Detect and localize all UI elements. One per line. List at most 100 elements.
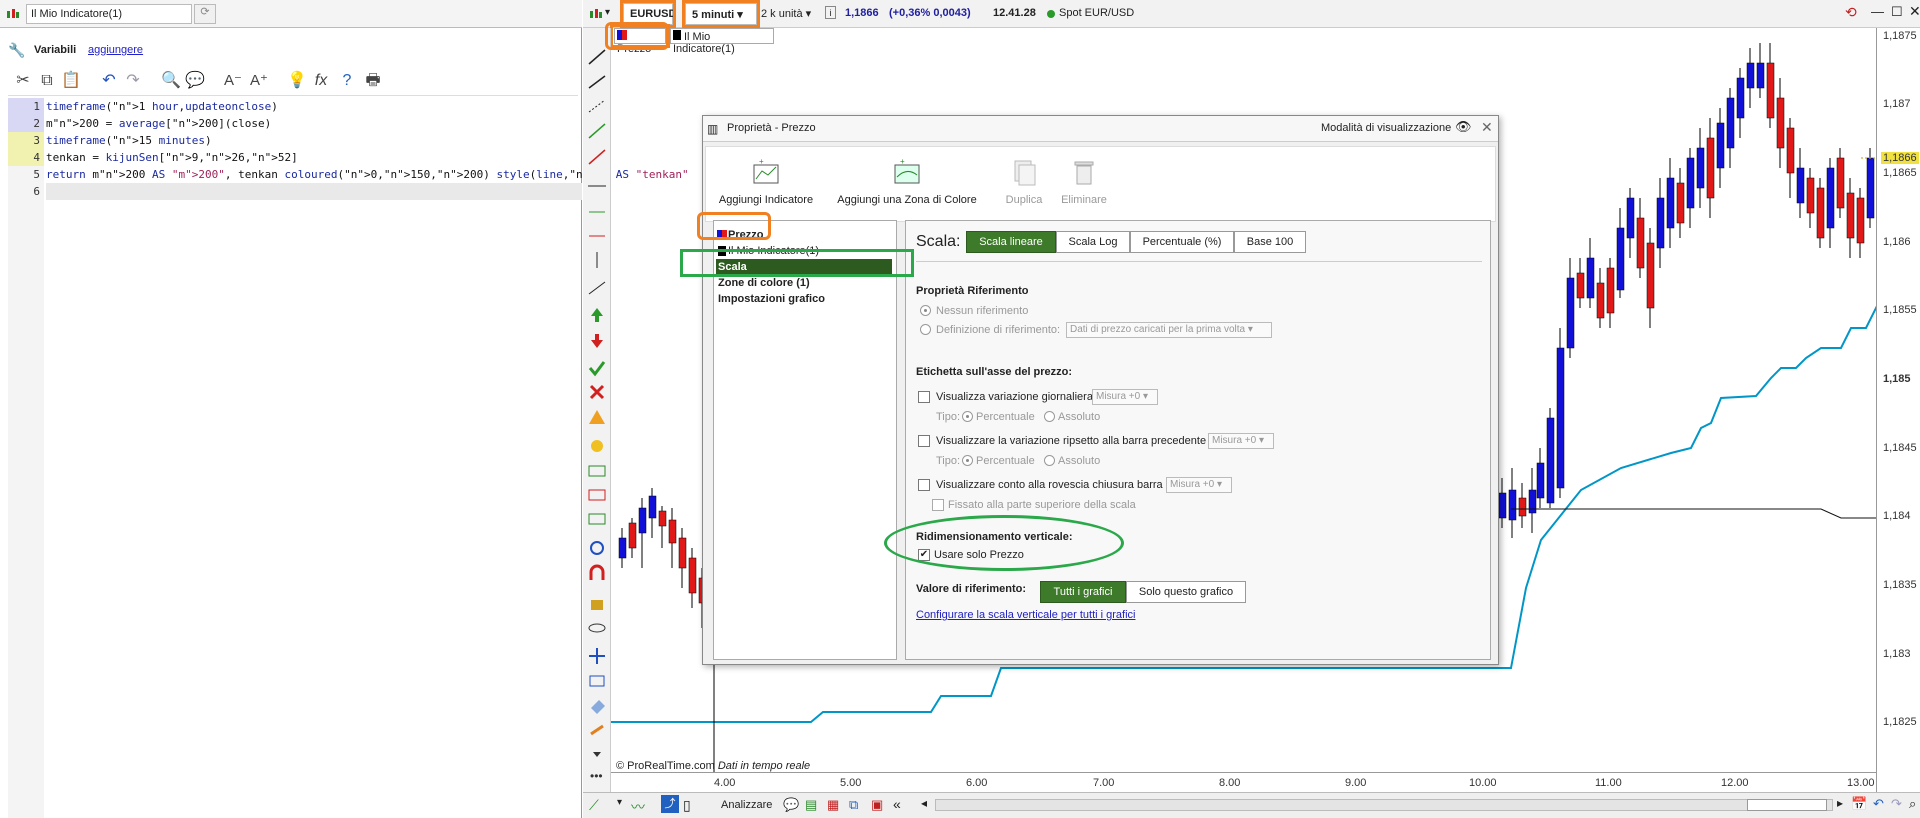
horizontal-scrollbar[interactable]: [935, 799, 1833, 811]
prev-bar-checkbox[interactable]: [918, 435, 930, 447]
add-variable-link[interactable]: aggiungere: [88, 44, 143, 56]
scale-percent-button[interactable]: Percentuale (%): [1130, 231, 1234, 253]
scroll-left-icon[interactable]: ◂: [921, 796, 927, 810]
refresh-icon[interactable]: ⟲: [1845, 4, 1857, 21]
tree-item-color-zones[interactable]: Zone di colore (1): [716, 275, 810, 291]
time-axis[interactable]: 4.00 5.00 6.00 7.00 8.00 9.00 10.00 11.0…: [611, 772, 1876, 792]
candle-body: [1536, 462, 1545, 499]
indicator-name-input[interactable]: Il Mio Indicatore(1): [26, 4, 192, 24]
rename-icon[interactable]: ⟳: [194, 4, 216, 24]
candle-body: [1706, 137, 1715, 199]
wave-icon[interactable]: 〰: [631, 797, 645, 817]
label-title: Etichetta sull'asse del prezzo:: [916, 366, 1073, 378]
code-line-current[interactable]: [46, 183, 582, 200]
font-increase-icon[interactable]: A⁺: [248, 70, 270, 92]
calendar-icon[interactable]: 📅: [1851, 796, 1867, 812]
type-percent-radio-2[interactable]: [962, 455, 973, 466]
ref-def-radio[interactable]: [920, 324, 931, 335]
wrench-icon: 🔧: [8, 42, 26, 58]
duplicate-button[interactable]: Duplica: [996, 147, 1052, 223]
indicator-menu-icon[interactable]: ⟋: [589, 797, 599, 814]
daily-var-checkbox[interactable]: [918, 391, 930, 403]
menu-arrow-icon[interactable]: ▾: [605, 7, 610, 18]
minimize-icon[interactable]: —: [1871, 4, 1884, 19]
undo-icon[interactable]: ↶: [98, 70, 120, 92]
undo-zoom-icon[interactable]: ↶: [1873, 796, 1884, 812]
ref-dropdown[interactable]: Dati di prezzo caricati per la prima vol…: [1066, 322, 1272, 338]
type-absolute-label-2: Assoluto: [1058, 455, 1101, 467]
type-label-2: Tipo:: [936, 455, 961, 467]
time-label: 4.00: [714, 777, 736, 789]
fixed-top-checkbox[interactable]: [932, 499, 944, 511]
measure-dropdown-2[interactable]: Misura +0 ▾: [1208, 433, 1274, 449]
candle-body: [1556, 347, 1565, 489]
scrollbar-thumb[interactable]: [1747, 799, 1827, 811]
redo-zoom-icon[interactable]: ↷: [1891, 796, 1902, 812]
scale-linear-button[interactable]: Scala lineare: [966, 231, 1056, 253]
orders-icon[interactable]: ▦: [827, 797, 839, 813]
candle-body: [1816, 187, 1825, 239]
code-line[interactable]: m"n">200 = average["n">200](close): [46, 115, 271, 132]
table-icon[interactable]: ▤: [805, 797, 817, 813]
current-price-label: 1,1866: [1881, 152, 1919, 164]
dialog-close-icon[interactable]: ✕: [1481, 119, 1493, 136]
scale-base100-button[interactable]: Base 100: [1234, 231, 1306, 253]
info-icon[interactable]: i: [825, 6, 836, 19]
analyze-button[interactable]: Analizzare: [721, 799, 772, 811]
print-icon[interactable]: 🖶: [362, 70, 384, 92]
candle-body: [1576, 272, 1585, 299]
lightbulb-icon[interactable]: 💡: [286, 70, 308, 92]
display-mode-eye-icon[interactable]: 👁: [1455, 119, 1472, 135]
redo-icon[interactable]: ↷: [122, 70, 144, 92]
comment-icon[interactable]: 💬: [184, 70, 206, 92]
paste-icon[interactable]: 📋: [60, 70, 82, 92]
close-icon[interactable]: ✕: [1909, 3, 1920, 20]
measure-dropdown[interactable]: Misura +0 ▾: [1092, 389, 1158, 405]
portfolio-icon[interactable]: ▣: [871, 797, 883, 813]
candle-body: [1676, 182, 1685, 224]
candle-body: [1786, 127, 1795, 174]
screener-icon[interactable]: ⧉: [849, 797, 858, 813]
duplicate-label: Duplica: [1005, 194, 1043, 206]
collapse-icon[interactable]: «: [893, 796, 901, 812]
code-line[interactable]: timeframe("n">1 hour,updateonclose): [46, 98, 278, 115]
help-icon[interactable]: ?: [336, 70, 358, 92]
cut-icon[interactable]: ✂: [12, 70, 34, 92]
divider: [916, 261, 1482, 262]
code-line[interactable]: tenkan = kijunSen["n">9,"n">26,"n">52]: [46, 149, 298, 166]
this-chart-button[interactable]: Solo questo grafico: [1126, 581, 1246, 603]
type-percent-radio[interactable]: [962, 411, 973, 422]
font-decrease-icon[interactable]: A⁻: [222, 70, 244, 92]
delete-button[interactable]: Eliminare: [1056, 147, 1112, 223]
add-color-zone-button[interactable]: + Aggiungi una Zona di Colore: [832, 147, 982, 223]
candle-body: [1566, 277, 1575, 349]
code-line[interactable]: timeframe("n">15 minutes): [46, 132, 212, 149]
copy-icon[interactable]: ⧉: [36, 70, 58, 92]
zoom-box-icon[interactable]: ⌕: [1909, 796, 1916, 812]
tree-item-chart-settings[interactable]: Impostazioni grafico: [716, 291, 825, 307]
share-icon[interactable]: ⤴: [661, 795, 679, 813]
all-charts-button[interactable]: Tutti i grafici: [1040, 581, 1126, 603]
menu-arrow-icon[interactable]: ▾: [617, 797, 622, 808]
maximize-icon[interactable]: ☐: [1891, 4, 1903, 20]
ref-none-radio[interactable]: [920, 305, 931, 316]
search-icon[interactable]: 🔍: [160, 70, 182, 92]
scale-log-button[interactable]: Scala Log: [1056, 231, 1130, 253]
candlestick-icon[interactable]: [589, 7, 603, 21]
type-absolute-radio[interactable]: [1044, 411, 1055, 422]
function-icon[interactable]: fx: [310, 70, 332, 92]
candle-body: [1656, 197, 1665, 249]
delete-label: Eliminare: [1061, 194, 1107, 206]
units-selector[interactable]: 2 k unità ▾: [761, 7, 811, 20]
timeframe-selector[interactable]: 5 minuti ▾: [682, 0, 760, 28]
type-absolute-radio-2[interactable]: [1044, 455, 1055, 466]
price-axis[interactable]: 1,1875 1,187 1,1866 1,1865 1,186 1,1855 …: [1876, 28, 1920, 792]
panel-icon[interactable]: ▯: [683, 797, 691, 814]
scroll-right-icon[interactable]: ▸: [1837, 796, 1843, 810]
measure-dropdown-3[interactable]: Misura +0 ▾: [1166, 477, 1232, 493]
configure-scale-link[interactable]: Configurare la scala verticale per tutti…: [916, 609, 1135, 621]
undo-draw-icon: [590, 541, 604, 555]
comment-tool-icon[interactable]: 💬: [783, 797, 799, 813]
candle-body: [1856, 197, 1865, 244]
countdown-checkbox[interactable]: [918, 479, 930, 491]
